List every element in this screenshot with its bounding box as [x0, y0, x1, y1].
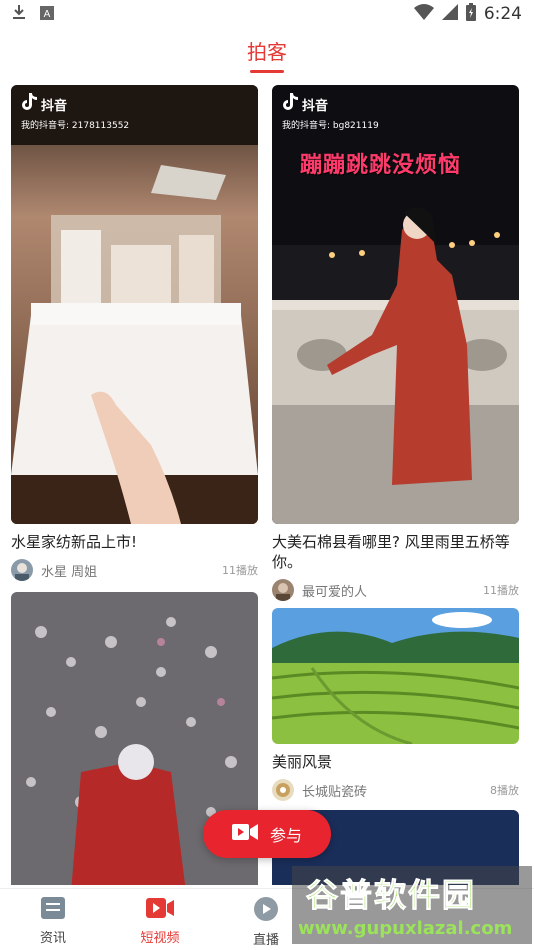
video-card[interactable]: 美丽风景 长城贴瓷砖 8播放 [272, 608, 519, 802]
play-count: 11播放 [222, 564, 258, 577]
tiktok-brand-label: 抖音 [302, 98, 329, 114]
video-meta: 最可爱的人 11播放 [272, 578, 519, 602]
watermark-url: www.gupuxlazal.com [298, 918, 513, 939]
bedroom-showroom-image [11, 85, 258, 524]
news-icon [13, 897, 93, 923]
tiktok-watermark: 抖音 我的抖音号: bg821119 [282, 93, 379, 131]
video-camera-icon [231, 823, 258, 845]
avatar[interactable] [272, 579, 294, 601]
a-icon: A [40, 5, 54, 24]
author-name[interactable]: 长城贴瓷砖 [302, 781, 367, 800]
tiktok-id-label: 我的抖音号: 2178113552 [21, 121, 130, 131]
author-name[interactable]: 最可爱的人 [302, 581, 367, 600]
video-camera-icon [120, 897, 200, 923]
nav-item-short-video[interactable]: 短视频 [120, 897, 200, 946]
tiktok-watermark: 抖音 我的抖音号: 2178113552 [21, 93, 129, 131]
active-tab-indicator [250, 70, 284, 73]
video-meta: 水星 周姐 11播放 [11, 558, 258, 582]
avatar[interactable] [11, 559, 33, 581]
video-title[interactable]: 水星家纺新品上市! [11, 532, 258, 552]
video-title[interactable]: 大美石棉县看哪里? 风里雨里五桥等你。 [272, 532, 519, 572]
status-bar: A 6:24 [0, 0, 534, 28]
status-time: 6:24 [483, 4, 522, 24]
participate-label: 参与 [269, 826, 302, 845]
page-title: 拍客 [247, 40, 287, 64]
watermark-title: 谷普软件园 [305, 876, 477, 915]
play-count: 8播放 [490, 784, 519, 797]
svg-text:A: A [44, 9, 51, 20]
terraced-fields-image [272, 608, 519, 744]
nav-label: 直播 [252, 933, 279, 948]
video-thumbnail[interactable]: 抖音 我的抖音号: bg821119 蹦蹦跳跳没烦恼 [272, 85, 519, 524]
tab-paike[interactable]: 拍客 [247, 36, 287, 73]
video-card[interactable]: 抖音 我的抖音号: bg821119 蹦蹦跳跳没烦恼 大美石棉县看哪里? 风里雨… [272, 85, 519, 602]
video-feed[interactable]: 抖音 我的抖音号: 2178113552 水星家纺新品上市! 水星 周姐 11播… [11, 85, 523, 885]
video-card[interactable]: 抖音 我的抖音号: 2178113552 水星家纺新品上市! 水星 周姐 11播… [11, 85, 258, 582]
site-watermark: 谷普软件园 www.gupuxlazal.com [292, 866, 532, 944]
tiktok-logo-icon [21, 93, 37, 115]
tiktok-logo-icon [282, 93, 298, 115]
author-name[interactable]: 水星 周姐 [41, 561, 97, 580]
download-icon [12, 4, 26, 24]
video-thumbnail[interactable]: 抖音 我的抖音号: 2178113552 [11, 85, 258, 524]
signal-icon [441, 4, 458, 24]
tiktok-id-label: 我的抖音号: bg821119 [282, 121, 379, 131]
avatar[interactable] [272, 779, 294, 801]
video-overlay-caption: 蹦蹦跳跳没烦恼 [300, 153, 462, 178]
wifi-icon [413, 4, 434, 24]
video-title[interactable]: 美丽风景 [272, 752, 519, 772]
battery-icon [465, 3, 476, 25]
video-thumbnail[interactable] [272, 608, 519, 744]
video-meta: 长城贴瓷砖 8播放 [272, 778, 519, 802]
nav-label: 资讯 [39, 931, 66, 946]
tiktok-brand-label: 抖音 [41, 98, 68, 114]
play-count: 11播放 [483, 584, 519, 597]
page-header: 拍客 [0, 36, 534, 73]
nav-label: 短视频 [140, 931, 180, 946]
participate-button[interactable]: 参与 [203, 810, 331, 858]
nav-item-news[interactable]: 资讯 [13, 897, 93, 946]
